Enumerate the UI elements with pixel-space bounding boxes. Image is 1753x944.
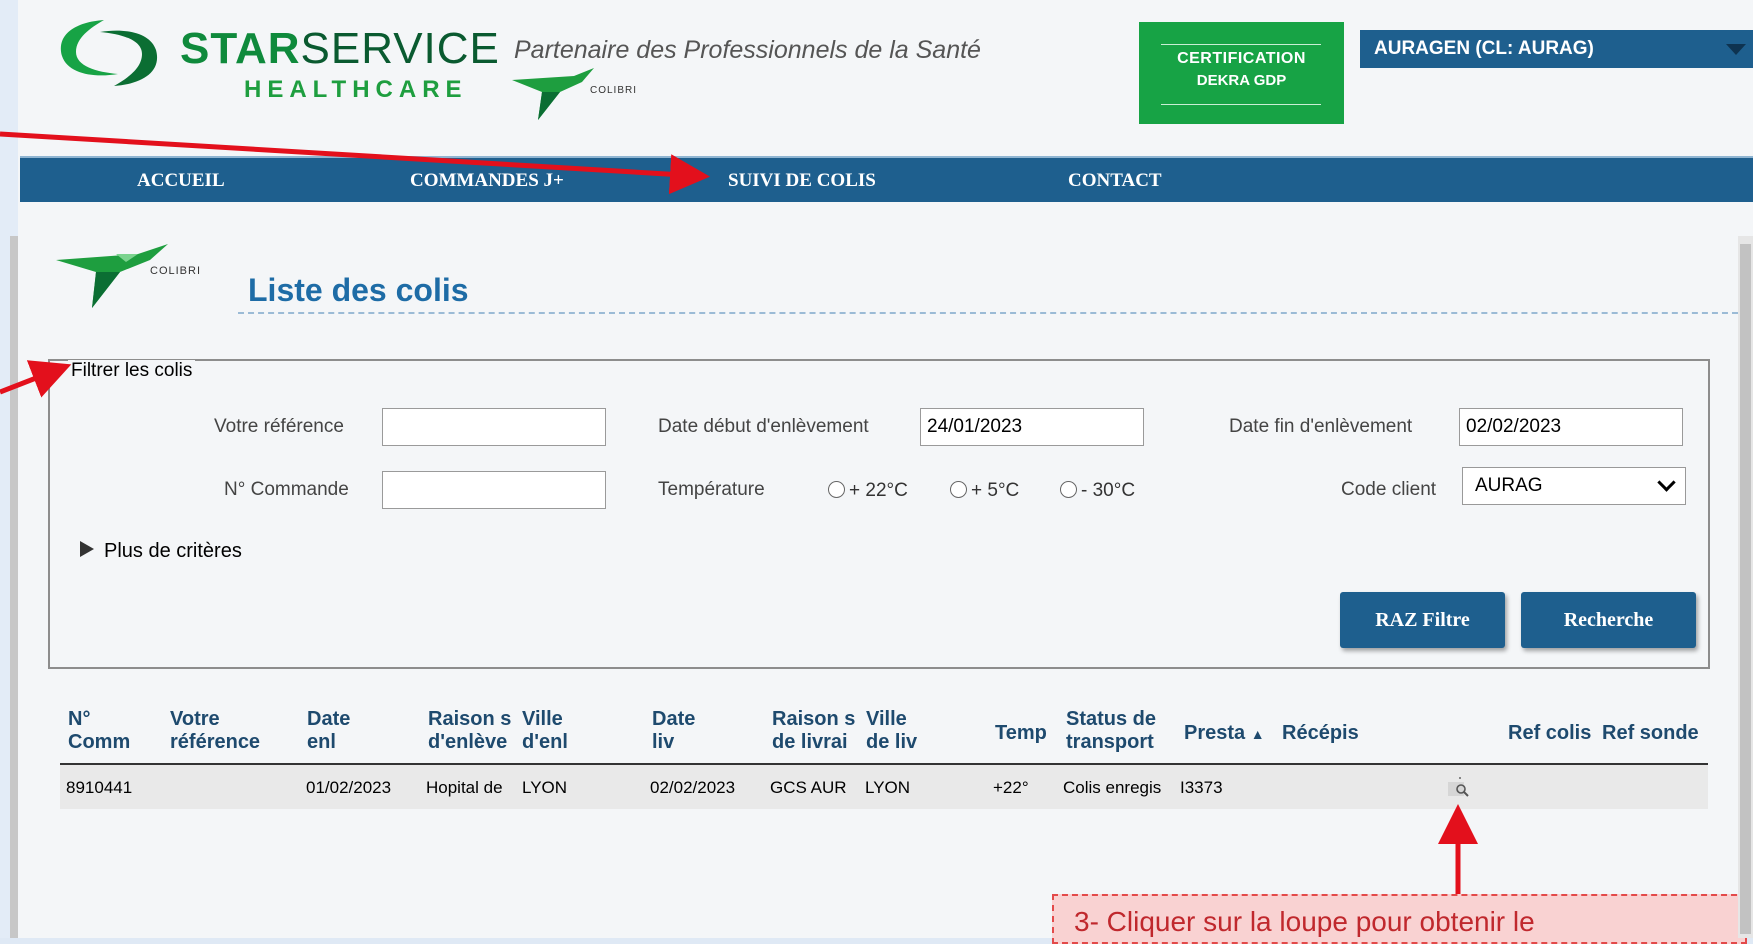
arrow-to-filter [0, 360, 72, 398]
tutorial-note: 3- Cliquer sur la loupe pour obtenir le [1052, 894, 1747, 944]
arrow-to-suivi [0, 131, 710, 195]
vertical-scrollbar[interactable] [1738, 236, 1753, 938]
tutorial-arrows [0, 131, 1478, 896]
scrollbar-thumb[interactable] [1740, 244, 1751, 934]
